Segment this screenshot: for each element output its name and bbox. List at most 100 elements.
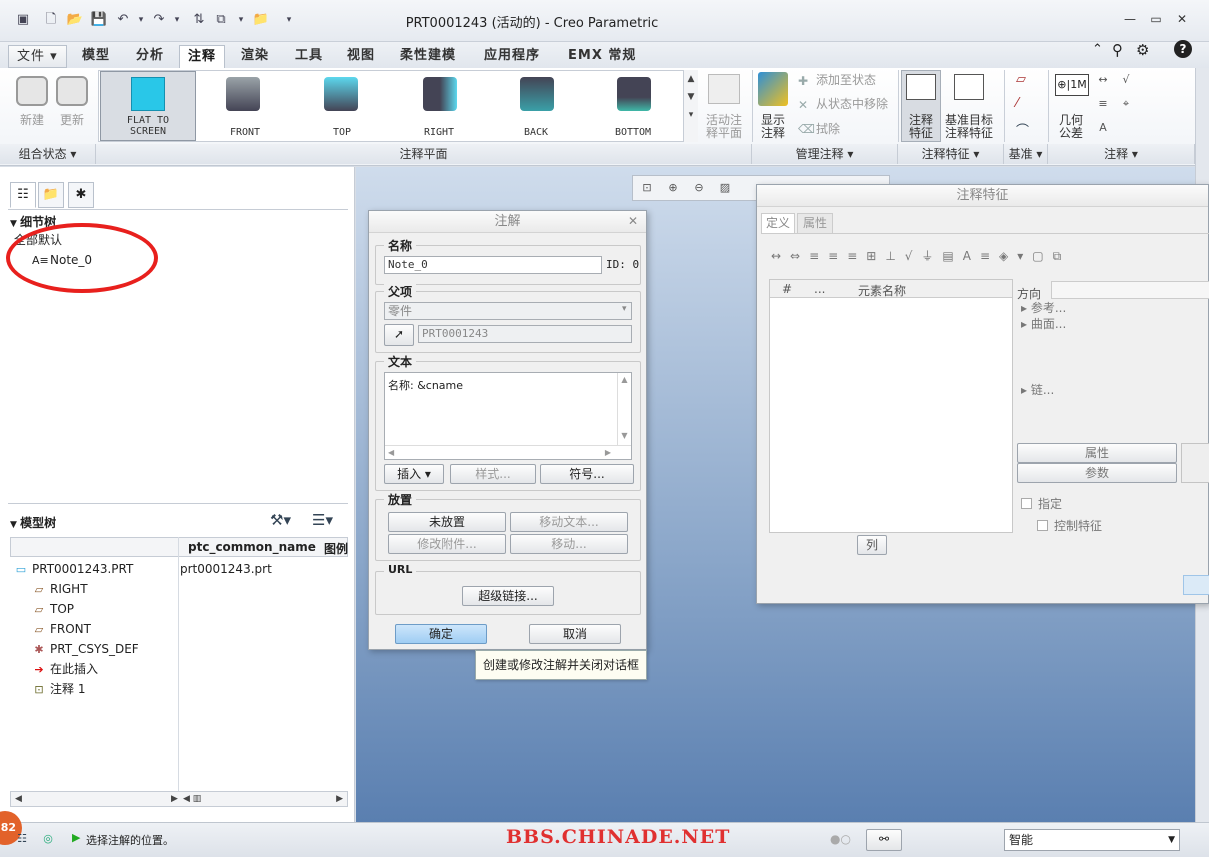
chain-item[interactable]: ▸ 链...: [1021, 381, 1054, 398]
favorites-tab[interactable]: ✱: [68, 182, 94, 208]
show-annotation-label[interactable]: 显示 注释: [754, 114, 792, 140]
symbol-button[interactable]: 符号...: [540, 464, 634, 484]
datum-target-label[interactable]: 基准目标 注释特征: [942, 114, 996, 140]
datum-plane-icon[interactable]: ▱: [1016, 72, 1026, 87]
browser-toggle-icon[interactable]: ◎: [40, 831, 56, 847]
search-icon[interactable]: ⚲: [1112, 41, 1123, 59]
help-icon[interactable]: ?: [1174, 40, 1192, 58]
column-header-common-name[interactable]: ptc_common_name: [188, 540, 316, 554]
surface-finish-icon[interactable]: √: [1118, 72, 1134, 88]
plane-bottom-label[interactable]: BOTTOM: [603, 127, 663, 138]
move-text-button[interactable]: 移动文本...: [510, 512, 628, 532]
gallery-scroll[interactable]: ▲ ▼ ▾: [683, 70, 698, 142]
group-combo-state[interactable]: 组合状态 ▾: [0, 144, 96, 164]
column-header-legend[interactable]: 图例: [324, 540, 348, 557]
tree-row-insert-here[interactable]: ➔ 在此插入: [32, 660, 98, 678]
text-hscroll[interactable]: ◀ ▶: [385, 445, 631, 459]
plane-top-label[interactable]: TOP: [312, 127, 372, 138]
surface-item[interactable]: ▸ 曲面...: [1021, 315, 1066, 332]
style-button[interactable]: 样式...: [450, 464, 536, 484]
model-tree-header[interactable]: ▼ 模型树: [10, 514, 56, 531]
tab-render[interactable]: 渲染: [233, 45, 277, 68]
tree-row-top[interactable]: ▱ TOP: [32, 600, 74, 618]
find-icon[interactable]: ⚯: [866, 829, 902, 851]
ordinate-icon[interactable]: ≡: [1095, 96, 1111, 112]
ok-button-partial[interactable]: [1183, 575, 1209, 595]
close-button[interactable]: ✕: [1172, 10, 1192, 28]
group-annotations[interactable]: 注释 ▾: [1048, 144, 1195, 164]
parent-select-button[interactable]: ➚: [384, 324, 414, 346]
add-to-state-button[interactable]: 添加至状态: [816, 74, 876, 87]
restore-button[interactable]: ▭: [1146, 10, 1166, 28]
element-table[interactable]: # ... 元素名称: [769, 279, 1013, 533]
plane-back-label[interactable]: BACK: [506, 127, 566, 138]
model-tree-tab[interactable]: ☷: [10, 182, 36, 208]
update-state-label[interactable]: 更新: [52, 114, 92, 127]
tab-flexible-modeling[interactable]: 柔性建模: [392, 45, 464, 68]
new-state-label[interactable]: 新建: [12, 114, 52, 127]
zoom-out-icon[interactable]: ⊖: [691, 180, 707, 196]
column-button[interactable]: 列: [857, 535, 887, 555]
tab-model[interactable]: 模型: [74, 45, 118, 68]
feature-toolbar[interactable]: ↔⇔≡≡≡⊞⊥√⏚▤A≡◈▾▢⧉: [771, 247, 1141, 267]
zoom-in-icon[interactable]: ⊕: [665, 180, 681, 196]
tab-annotate[interactable]: 注释: [179, 45, 226, 68]
tree-columns-icon[interactable]: ☰▾: [312, 511, 333, 529]
tree-row-csys[interactable]: ✱ PRT_CSYS_DEF: [32, 640, 138, 658]
tree-row-right[interactable]: ▱ RIGHT: [32, 580, 88, 598]
tab-file[interactable]: 文件 ▾: [8, 45, 67, 68]
refit-icon[interactable]: ⊡: [639, 180, 655, 196]
selection-filter[interactable]: 智能 ▼: [1004, 829, 1180, 851]
plane-front-label[interactable]: FRONT: [215, 127, 275, 138]
folder-browser-tab[interactable]: 📁: [38, 182, 64, 208]
parameters-button[interactable]: 参数: [1017, 463, 1177, 483]
group-annotation-features[interactable]: 注释特征 ▾: [898, 144, 1004, 164]
plane-right-label[interactable]: RIGHT: [409, 127, 469, 138]
direction-field[interactable]: [1051, 281, 1209, 299]
erase-button[interactable]: 拭除: [816, 123, 840, 136]
repaint-icon[interactable]: ▨: [717, 180, 733, 196]
tab-tools[interactable]: 工具: [287, 45, 331, 68]
cancel-button[interactable]: 取消: [529, 624, 621, 644]
ok-button[interactable]: 确定: [395, 624, 487, 644]
note-icon[interactable]: A: [1095, 120, 1111, 136]
dimension-icon[interactable]: ↔: [1095, 72, 1111, 88]
horizontal-scrollbar[interactable]: ◀ ▶ ◀ ▥ ▶: [10, 791, 348, 807]
properties-button[interactable]: 属性: [1017, 443, 1177, 463]
group-datum[interactable]: 基准 ▾: [1004, 144, 1048, 164]
group-manage-annotations[interactable]: 管理注释 ▾: [752, 144, 898, 164]
tree-row-part[interactable]: ▭ PRT0001243.PRT: [14, 560, 134, 578]
minimize-ribbon-icon[interactable]: ⌃: [1092, 42, 1103, 57]
tab-applications[interactable]: 应用程序: [476, 45, 548, 68]
text-area[interactable]: 名称: &cname ▲ ▼ ◀ ▶: [384, 372, 632, 460]
modify-attachment-button[interactable]: 修改附件...: [388, 534, 506, 554]
not-placed-button[interactable]: 未放置: [388, 512, 506, 532]
remove-from-state-button[interactable]: 从状态中移除: [816, 98, 888, 111]
tab-definition[interactable]: 定义: [761, 213, 795, 233]
insert-button[interactable]: 插入 ▾: [384, 464, 444, 484]
active-plane-label[interactable]: 活动注 释平面: [702, 114, 746, 140]
name-input[interactable]: Note_0: [384, 256, 602, 274]
settings-icon[interactable]: ⚙: [1136, 41, 1149, 59]
tab-analysis[interactable]: 分析: [128, 45, 172, 68]
weld-icon[interactable]: ⌖: [1118, 96, 1134, 112]
hyperlink-button[interactable]: 超级链接...: [462, 586, 554, 606]
datum-curve-icon[interactable]: ⌒: [1016, 120, 1029, 139]
tab-properties[interactable]: 属性: [797, 213, 833, 233]
geometric-tolerance-label[interactable]: 几何 公差: [1052, 114, 1090, 140]
control-feature-checkbox[interactable]: 控制特征: [1037, 517, 1102, 534]
dialog-close-icon[interactable]: ✕: [628, 214, 638, 228]
reference-item[interactable]: ▸ 参考...: [1021, 299, 1066, 316]
minimize-button[interactable]: —: [1120, 10, 1140, 28]
vertical-scrollbar[interactable]: ▲ ▼: [617, 373, 631, 445]
navigator-toggle-icon[interactable]: ☷: [14, 831, 30, 847]
tree-row-front[interactable]: ▱ FRONT: [32, 620, 91, 638]
specify-checkbox[interactable]: 指定: [1021, 495, 1062, 512]
tab-emx[interactable]: EMX 常规: [560, 45, 644, 68]
tree-row-annotation[interactable]: ⊡ 注释 1: [32, 680, 85, 698]
tree-settings-icon[interactable]: ⚒▾: [270, 511, 291, 529]
tab-view[interactable]: 视图: [339, 45, 383, 68]
move-button[interactable]: 移动...: [510, 534, 628, 554]
datum-axis-icon[interactable]: ⁄: [1016, 96, 1018, 111]
parent-type-select[interactable]: 零件: [384, 302, 632, 320]
